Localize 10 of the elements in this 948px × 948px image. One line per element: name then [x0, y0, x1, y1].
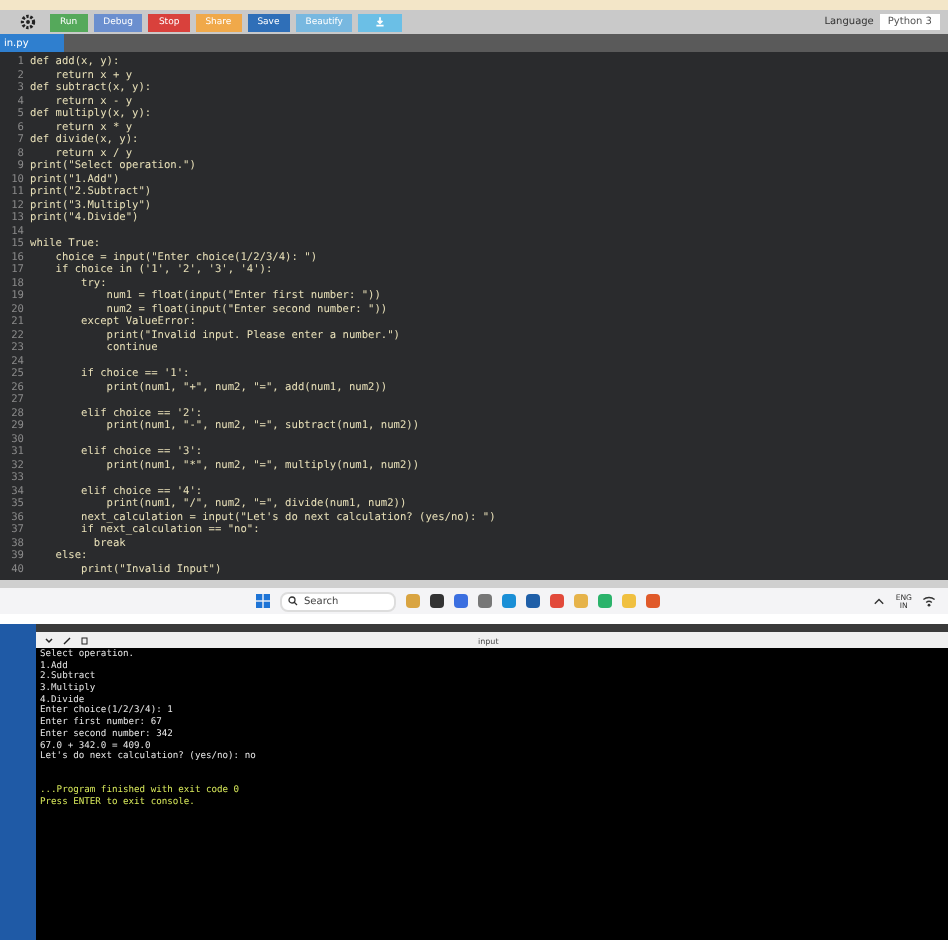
chevron-icon[interactable] — [44, 635, 54, 645]
download-icon — [374, 16, 387, 28]
chevron-icon[interactable] — [871, 594, 886, 608]
search-icon — [288, 596, 298, 606]
copy-icon[interactable] — [80, 635, 90, 645]
windows-icon[interactable] — [256, 594, 270, 608]
download-button[interactable] — [358, 13, 403, 31]
wifi-icon[interactable] — [922, 594, 936, 608]
pencil-icon[interactable] — [62, 635, 72, 645]
settings-icon[interactable] — [20, 14, 36, 30]
